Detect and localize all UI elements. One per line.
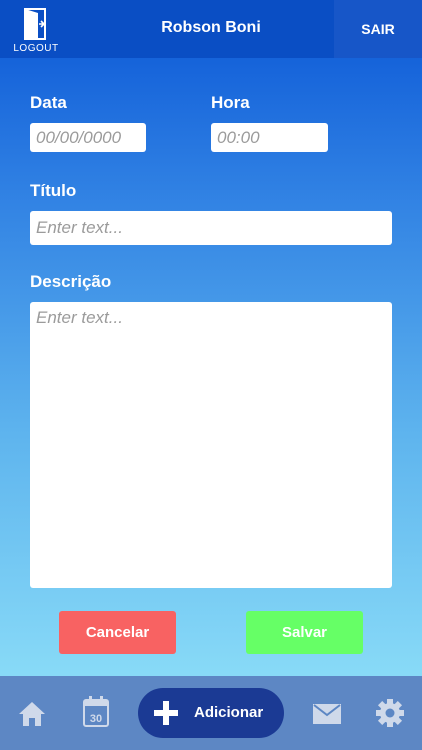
exit-button[interactable]: SAIR xyxy=(334,0,422,58)
date-label: Data xyxy=(30,93,67,112)
mail-icon[interactable] xyxy=(313,704,341,724)
bottom-tab-bar: 30 Adicionar xyxy=(0,676,422,750)
app-header: LOGOUT Robson Boni SAIR xyxy=(0,0,422,58)
title-label: Título xyxy=(30,181,77,200)
description-textarea[interactable] xyxy=(30,302,392,588)
logout-button[interactable]: LOGOUT xyxy=(0,0,72,58)
save-button[interactable]: Salvar xyxy=(246,611,363,654)
calendar-icon[interactable]: 30 xyxy=(83,696,109,728)
calendar-day-number: 30 xyxy=(90,713,102,725)
time-input[interactable] xyxy=(211,123,328,152)
cancel-button[interactable]: Cancelar xyxy=(59,611,176,654)
time-label: Hora xyxy=(211,93,250,112)
add-button-label: Adicionar xyxy=(194,704,264,721)
user-name: Robson Boni xyxy=(161,19,261,36)
date-input[interactable] xyxy=(30,123,146,152)
plus-icon xyxy=(154,701,178,725)
title-input[interactable] xyxy=(30,211,392,245)
home-icon[interactable] xyxy=(18,700,46,728)
door-exit-icon xyxy=(24,8,46,40)
description-label: Descrição xyxy=(30,272,112,291)
gear-icon[interactable] xyxy=(376,699,404,727)
logout-label: LOGOUT xyxy=(13,43,59,54)
add-button[interactable]: Adicionar xyxy=(138,688,284,738)
